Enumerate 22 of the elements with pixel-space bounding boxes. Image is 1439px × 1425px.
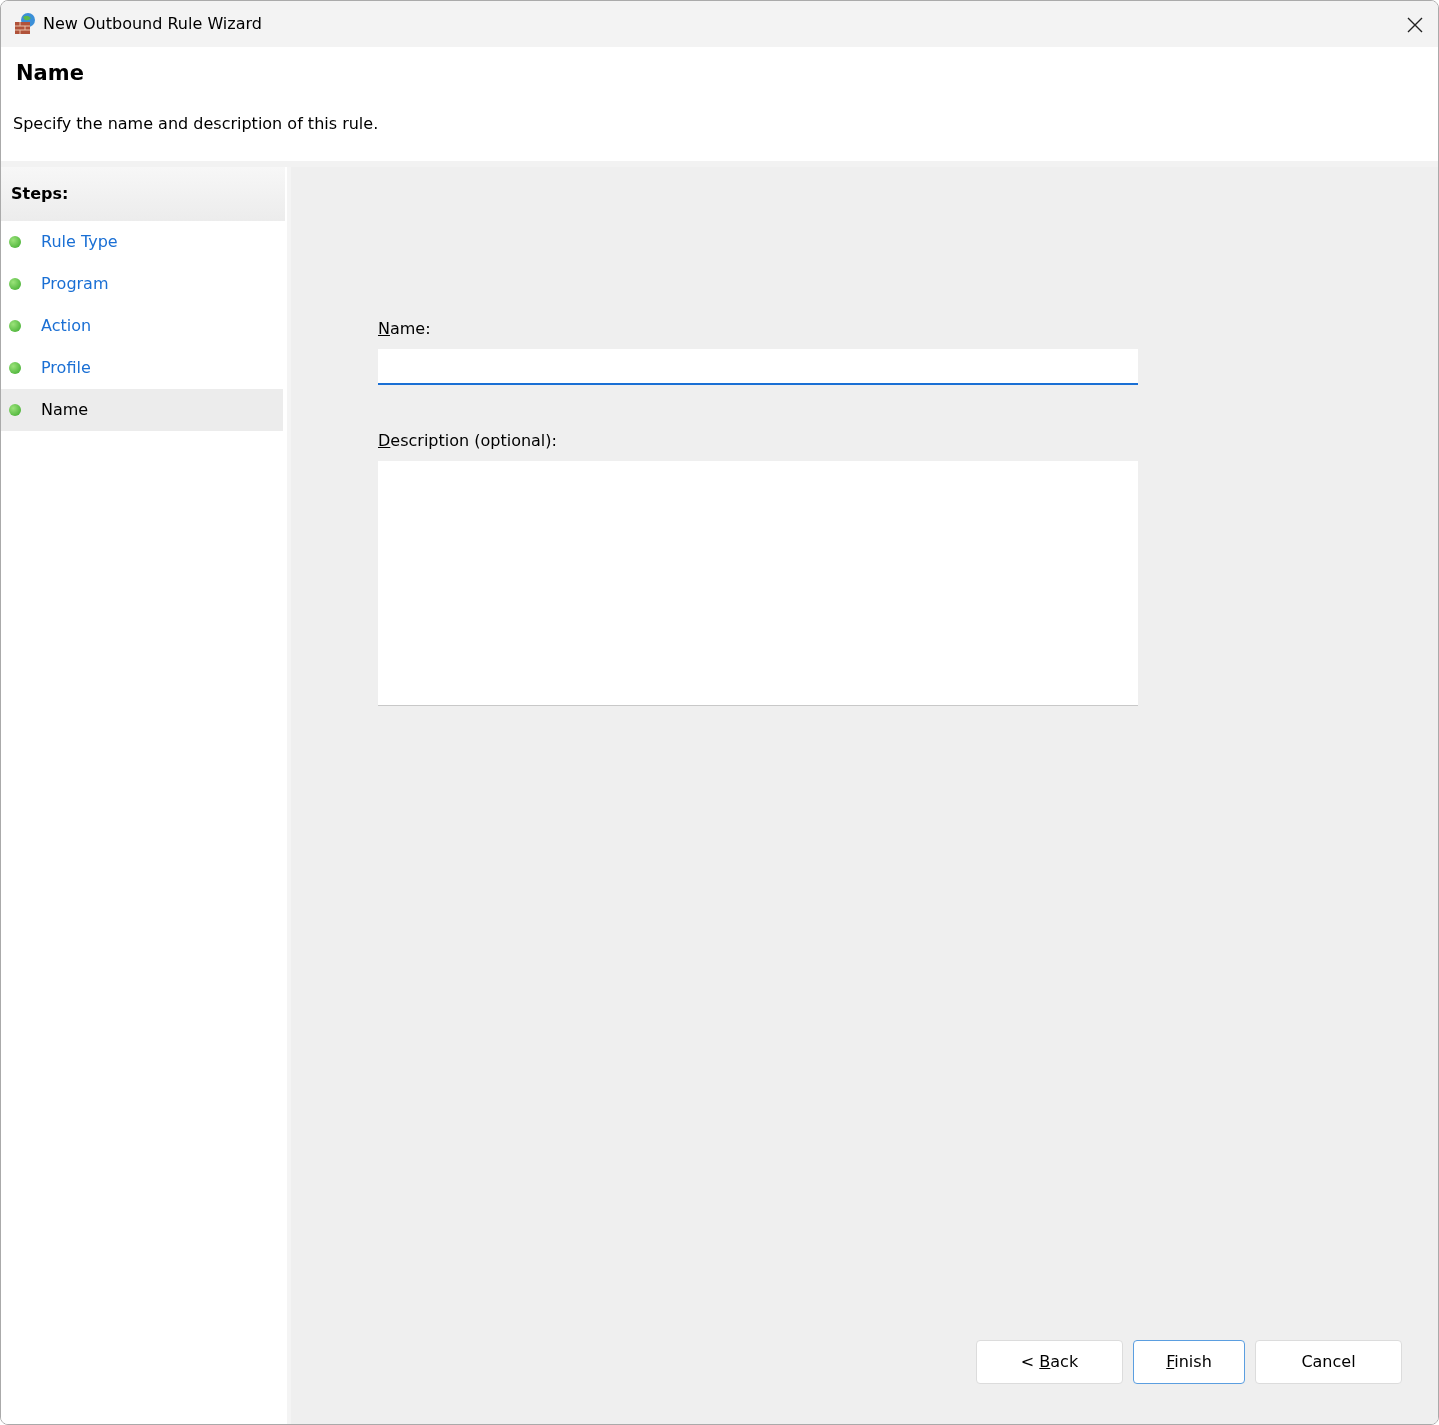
- step-link[interactable]: Program: [1, 263, 283, 305]
- step-done-icon: [9, 278, 21, 290]
- step-done-icon: [9, 236, 21, 248]
- step-link[interactable]: Rule Type: [1, 221, 283, 263]
- page-heading: Name: [16, 61, 85, 87]
- step-link[interactable]: Profile: [1, 347, 283, 389]
- step-link[interactable]: Action: [1, 305, 283, 347]
- window-title: New Outbound Rule Wizard: [43, 13, 262, 35]
- current-step[interactable]: Name: [1, 389, 283, 431]
- dialog-button[interactable]: < Back: [976, 1340, 1123, 1384]
- step-done-icon: [9, 404, 21, 416]
- firewall-icon: [13, 12, 37, 36]
- field-label: Description (optional):: [378, 430, 558, 452]
- step-done-icon: [9, 320, 21, 332]
- steps-heading: Steps:: [1, 167, 285, 221]
- step-done-icon: [9, 362, 21, 374]
- name-input[interactable]: [378, 349, 1138, 385]
- field-label: Name:: [378, 318, 432, 340]
- dialog-button[interactable]: Finish: [1133, 1340, 1245, 1384]
- description-input[interactable]: [378, 461, 1138, 706]
- page-subtitle: Specify the name and description of this rule.: [13, 113, 380, 136]
- dialog-button[interactable]: Cancel: [1255, 1340, 1402, 1384]
